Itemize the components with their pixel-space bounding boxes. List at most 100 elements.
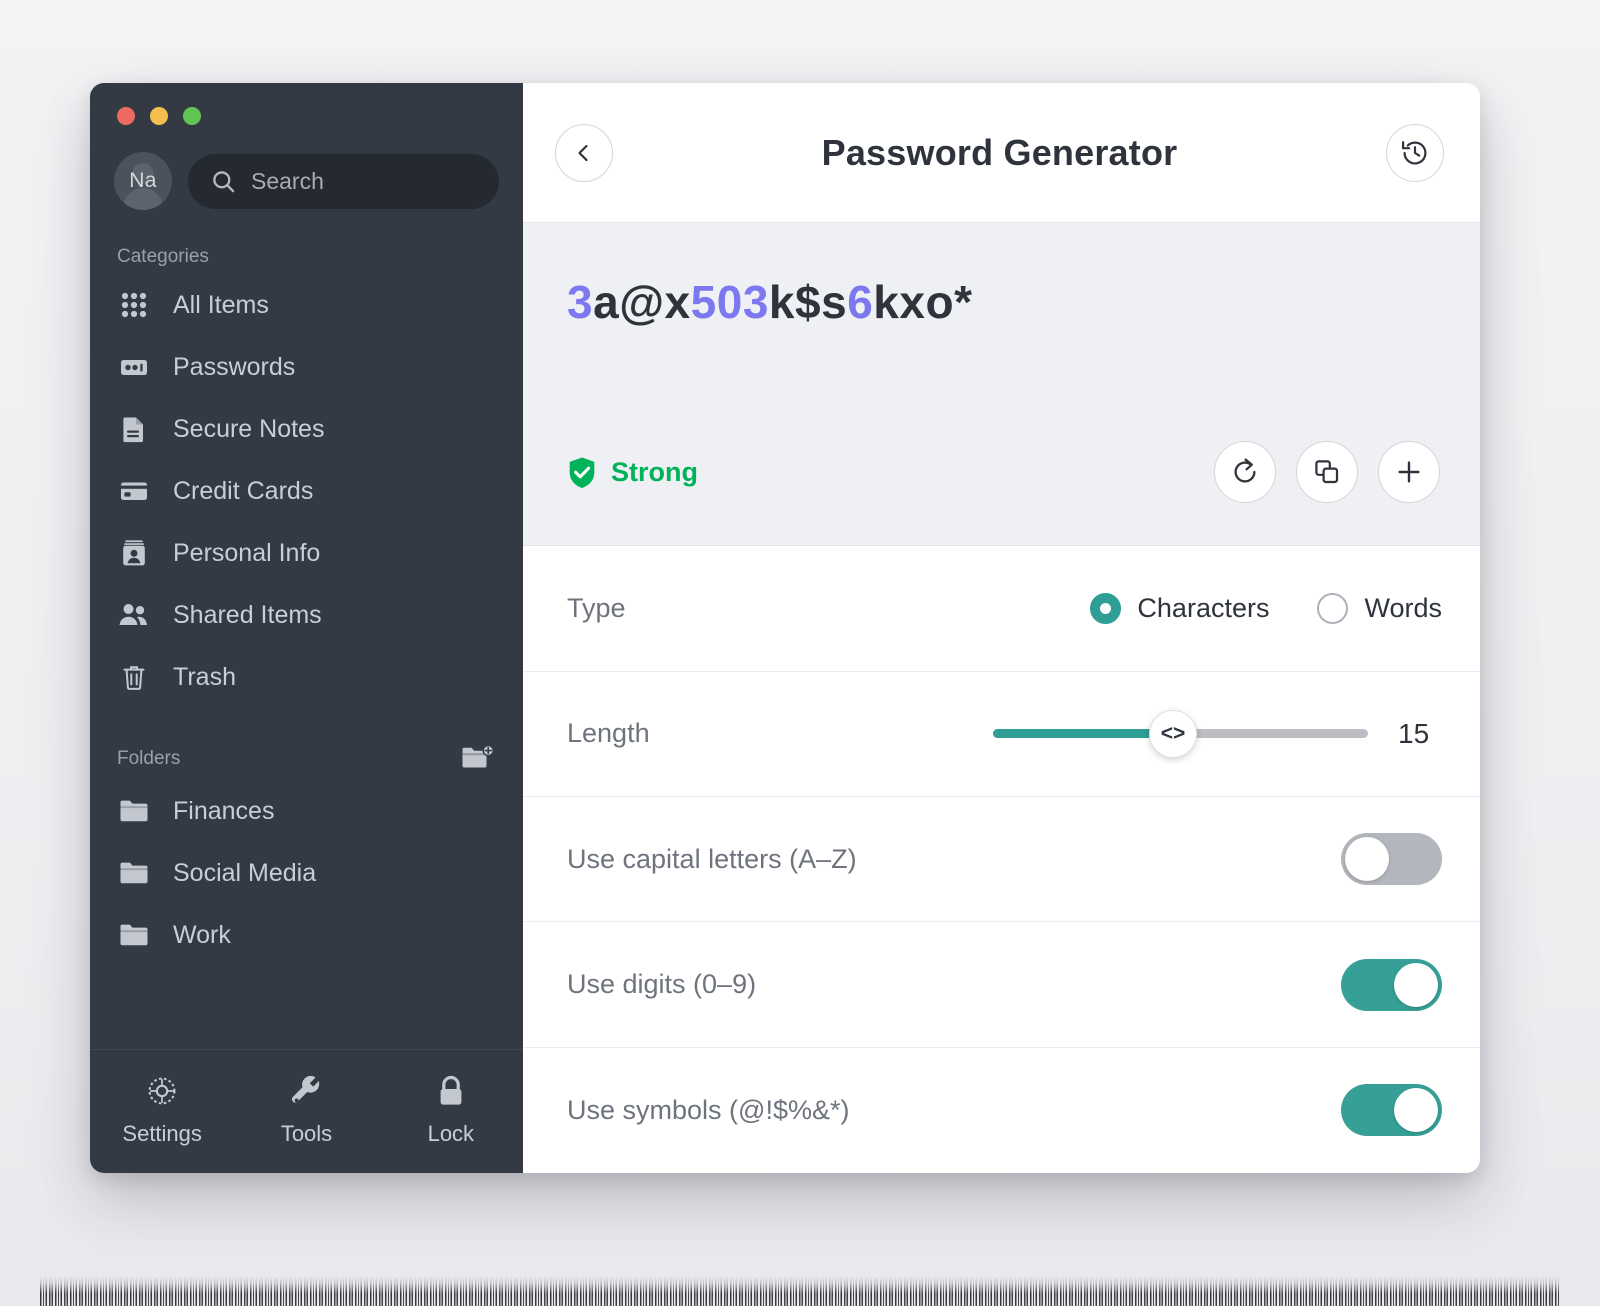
- folders-heading-label: Folders: [117, 748, 181, 769]
- folder-plus-icon[interactable]: [461, 744, 495, 774]
- chevron-left-icon: [578, 144, 588, 161]
- symbols-toggle[interactable]: [1341, 1084, 1442, 1137]
- sidebar-item-all-items[interactable]: All Items: [90, 274, 523, 336]
- history-icon: [1401, 140, 1427, 165]
- toggle-knob: [1394, 962, 1438, 1007]
- regenerate-button[interactable]: [1214, 441, 1276, 504]
- password-char: k: [768, 276, 796, 329]
- radio-words[interactable]: Words: [1317, 593, 1442, 625]
- capture-artifact-strip: [40, 1276, 1560, 1306]
- search-input[interactable]: Search: [188, 153, 499, 209]
- avatar-initials: Na: [129, 169, 157, 192]
- settings-button[interactable]: Settings: [90, 1072, 234, 1147]
- folder-icon: [117, 856, 151, 890]
- password-actions: [1214, 441, 1440, 504]
- password-char: @: [619, 276, 665, 329]
- sidebar-item-label: Work: [173, 920, 231, 949]
- sidebar-item-label: Personal Info: [173, 538, 321, 567]
- sidebar: Na Search Categories All Items Passwords…: [90, 83, 523, 1173]
- document-icon: [117, 412, 151, 446]
- capital-letters-toggle[interactable]: [1341, 833, 1442, 886]
- sidebar-item-label: Shared Items: [173, 600, 322, 629]
- digits-toggle[interactable]: [1341, 958, 1442, 1011]
- radio-dot-icon: [1090, 593, 1122, 625]
- generated-password-panel: 3a@x503k$s6kxo* Strong: [523, 222, 1480, 547]
- strength-label: Strong: [611, 456, 698, 487]
- password-digit-char: 0: [716, 276, 743, 329]
- folder-icon: [117, 918, 151, 952]
- status-badge: Strong: [567, 456, 698, 489]
- password-digit-char: 5: [690, 276, 717, 329]
- type-label: Type: [567, 593, 626, 624]
- password-char: o: [925, 276, 955, 329]
- capital-letters-label: Use capital letters (A–Z): [567, 843, 857, 874]
- radio-label: Characters: [1137, 593, 1270, 624]
- option-row-symbols: Use symbols (@!$%&*): [523, 1048, 1480, 1173]
- tools-button[interactable]: Tools: [234, 1072, 378, 1147]
- generated-password-text[interactable]: 3a@x503k$s6kxo*: [567, 275, 1440, 329]
- password-char: *: [954, 276, 973, 329]
- length-control: <> 15: [993, 709, 1442, 758]
- zoom-button[interactable]: [183, 107, 201, 125]
- length-slider-thumb[interactable]: <>: [1149, 709, 1197, 758]
- sidebar-folder-social-media[interactable]: Social Media: [90, 842, 523, 904]
- folders-heading: Folders: [90, 708, 523, 780]
- lock-icon: [432, 1072, 470, 1110]
- sidebar-folder-finances[interactable]: Finances: [90, 780, 523, 842]
- settings-label: Settings: [122, 1121, 202, 1146]
- sidebar-footer: Settings Tools Lock: [90, 1049, 523, 1173]
- radio-characters[interactable]: Characters: [1090, 593, 1270, 625]
- wrench-icon: [287, 1072, 325, 1110]
- password-char: x: [899, 276, 926, 329]
- length-slider[interactable]: <>: [993, 709, 1368, 758]
- password-digit-char: 3: [742, 276, 769, 329]
- symbols-label: Use symbols (@!$%&*): [567, 1094, 850, 1125]
- minimize-button[interactable]: [150, 107, 168, 125]
- password-panel-footer: Strong: [567, 441, 1440, 504]
- sidebar-item-shared-items[interactable]: Shared Items: [90, 584, 523, 646]
- sidebar-item-personal-info[interactable]: Personal Info: [90, 522, 523, 584]
- sidebar-item-label: Finances: [173, 796, 275, 825]
- toggle-knob: [1394, 1088, 1438, 1133]
- digits-label: Use digits (0–9): [567, 969, 757, 1000]
- copy-button[interactable]: [1296, 441, 1358, 504]
- password-char: k: [873, 276, 900, 329]
- lock-button[interactable]: Lock: [379, 1072, 523, 1147]
- search-placeholder: Search: [251, 167, 324, 194]
- window-controls: [90, 83, 523, 125]
- sidebar-item-passwords[interactable]: Passwords: [90, 336, 523, 398]
- app-window: Na Search Categories All Items Passwords…: [90, 83, 1480, 1173]
- add-button[interactable]: [1378, 441, 1440, 504]
- history-button[interactable]: [1386, 123, 1444, 182]
- people-icon: [117, 598, 151, 632]
- gear-icon: [143, 1072, 181, 1110]
- password-field-icon: [117, 350, 151, 384]
- main-panel: Password Generator 3a@x503k$s6kxo* Stron…: [523, 83, 1480, 1173]
- radio-dot-icon: [1317, 593, 1349, 625]
- folder-icon: [117, 794, 151, 828]
- password-digit-char: 3: [567, 276, 594, 329]
- sidebar-item-credit-cards[interactable]: Credit Cards: [90, 460, 523, 522]
- credit-card-icon: [117, 474, 151, 508]
- toggle-knob: [1345, 837, 1389, 882]
- password-char: s: [821, 276, 848, 329]
- plus-icon: [1398, 461, 1420, 484]
- sidebar-item-trash[interactable]: Trash: [90, 646, 523, 708]
- sidebar-item-label: Social Media: [173, 858, 317, 887]
- sidebar-top-row: Na Search: [90, 125, 523, 210]
- password-char: $: [795, 276, 822, 329]
- lock-label: Lock: [427, 1121, 475, 1146]
- avatar[interactable]: Na: [114, 152, 172, 210]
- search-icon: [210, 168, 237, 195]
- sidebar-item-secure-notes[interactable]: Secure Notes: [90, 398, 523, 460]
- trash-icon: [117, 660, 151, 694]
- option-row-length: Length <> 15: [523, 672, 1480, 798]
- type-radio-group: Characters Words: [1090, 593, 1442, 625]
- sidebar-item-label: All Items: [173, 290, 269, 319]
- close-button[interactable]: [117, 107, 135, 125]
- sidebar-folder-work[interactable]: Work: [90, 904, 523, 966]
- option-row-type: Type Characters Words: [523, 546, 1480, 672]
- grid-icon: [117, 288, 151, 322]
- back-button[interactable]: [555, 123, 613, 182]
- sidebar-item-label: Secure Notes: [173, 414, 325, 443]
